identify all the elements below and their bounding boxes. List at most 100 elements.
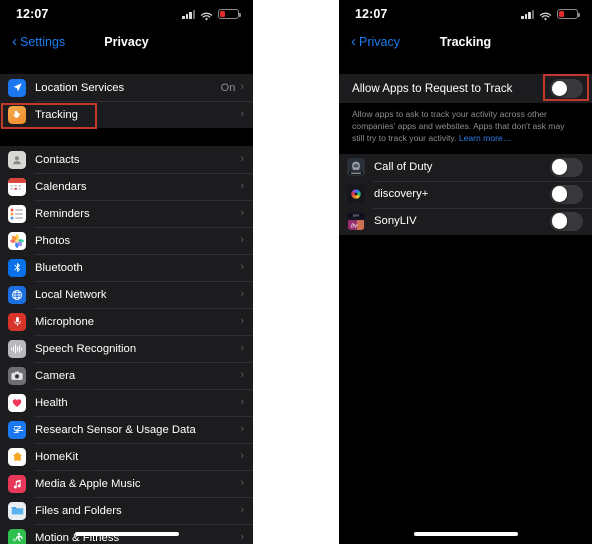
sidebar-item-photos[interactable]: Photos › [0,227,253,254]
battery-low-icon [218,9,241,19]
location-services-value: On [220,81,236,94]
chevron-right-icon: › [240,180,244,192]
sidebar-item-label: Location Services [35,81,125,94]
status-bar-clock: 12:07 [16,7,49,21]
sidebar-item-label: Camera [35,369,76,382]
back-button-label: Settings [20,35,66,49]
allow-apps-request-track-row[interactable]: Allow Apps to Request to Track [339,74,592,103]
chevron-right-icon: › [240,153,244,165]
app-row-discovery-plus[interactable]: discovery+ [339,180,592,208]
toggle-knob [551,159,568,175]
sidebar-item-bluetooth[interactable]: Bluetooth › [0,254,253,281]
svg-text:liv: liv [351,222,358,229]
sidebar-item-homekit[interactable]: HomeKit › [0,443,253,470]
screenshot-stage: 12:07 ‹ Settings Privacy Location Servic… [0,0,592,544]
chevron-right-icon: › [240,369,244,381]
chevron-right-icon: › [240,288,244,300]
sidebar-item-health[interactable]: Health › [0,389,253,416]
sidebar-item-label: Health [35,396,68,409]
sidebar-item-label: Photos [35,234,71,247]
status-bar-indicators [521,9,580,21]
app-label: SonyLIV [374,215,417,228]
sidebar-item-local-network[interactable]: Local Network › [0,281,253,308]
toggle-knob [551,186,568,202]
tracking-footer-text: Allow apps to ask to track your activity… [339,103,592,154]
section-gap-2 [0,128,253,146]
battery-low-icon [557,9,580,19]
status-bar: 12:07 [0,0,253,28]
chevron-right-icon: › [240,108,244,120]
row-tail: › [240,109,244,120]
call-of-duty-app-icon [347,158,365,177]
chevron-right-icon: › [240,504,244,516]
app-row-sonyliv[interactable]: SONY liv SonyLIV [339,207,592,235]
home-icon [8,447,26,466]
photos-icon [8,231,26,250]
chevron-right-icon: › [240,207,244,219]
sidebar-item-reminders[interactable]: Reminders › [0,200,253,227]
sidebar-item-calendars[interactable]: Calendars › [0,173,253,200]
right-phone-screen: 12:07 ‹ Privacy Tracking Allow Apps to R… [339,0,592,544]
app-toggle-sonyliv[interactable] [550,211,583,231]
chevron-right-icon: › [240,396,244,408]
camera-icon [8,366,26,385]
wifi-icon [539,9,552,21]
calendar-icon [8,177,26,196]
sidebar-item-files-and-folders[interactable]: Files and Folders › [0,497,253,524]
home-indicator [74,532,179,536]
navigation-bar: ‹ Settings Privacy [0,28,253,56]
row-tail [550,79,583,98]
sidebar-item-label: Calendars [35,180,87,193]
learn-more-link[interactable]: Learn more… [459,133,512,143]
allow-apps-request-track-toggle[interactable] [550,79,583,98]
back-button-privacy[interactable]: ‹ Privacy [351,33,400,50]
app-toggle-discovery-plus[interactable] [550,184,583,204]
row-tail [550,157,583,177]
chevron-left-icon: ‹ [351,33,356,50]
heart-icon [8,393,26,412]
toggle-knob [551,213,568,229]
bluetooth-icon [8,258,26,277]
app-toggle-call-of-duty[interactable] [550,157,583,177]
sidebar-item-media-apple-music[interactable]: Media & Apple Music › [0,470,253,497]
research-icon [8,420,26,439]
back-button-settings[interactable]: ‹ Settings [12,33,66,50]
chevron-left-icon: ‹ [12,33,17,50]
sidebar-item-contacts[interactable]: Contacts › [0,146,253,173]
sidebar-item-camera[interactable]: Camera › [0,362,253,389]
allow-apps-request-track-label: Allow Apps to Request to Track [352,82,513,95]
sonyliv-app-icon: SONY liv [347,212,365,231]
folder-icon [8,501,26,520]
sidebar-item-label: Speech Recognition [35,342,137,355]
chevron-right-icon: › [240,477,244,489]
row-tail [550,184,583,204]
sidebar-item-speech-recognition[interactable]: Speech Recognition › [0,335,253,362]
sidebar-item-label: Media & Apple Music [35,477,141,490]
chevron-right-icon: › [240,450,244,462]
sidebar-item-location-services[interactable]: Location Services On › [0,74,253,101]
sidebar-item-label: Microphone [35,315,95,328]
status-bar-clock: 12:07 [355,7,388,21]
sidebar-item-research-sensor[interactable]: Research Sensor & Usage Data › [0,416,253,443]
chevron-right-icon: › [240,234,244,246]
back-button-label: Privacy [359,35,400,49]
apps-list-group: Call of Duty discovery+ SONY liv SonyLIV [339,153,592,235]
svg-text:SONY: SONY [353,216,360,218]
left-phone-screen: 12:07 ‹ Settings Privacy Location Servic… [0,0,253,544]
sidebar-item-label: HomeKit [35,450,79,463]
row-tail: On › [221,82,244,94]
music-note-icon [8,474,26,493]
sidebar-item-microphone[interactable]: Microphone › [0,308,253,335]
privacy-group-permissions: Contacts › Calendars › Reminders › Photo… [0,146,253,544]
master-toggle-group: Allow Apps to Request to Track [339,74,592,103]
app-row-call-of-duty[interactable]: Call of Duty [339,153,592,181]
running-person-icon [8,528,26,544]
section-gap [339,56,592,74]
cellular-bars-icon [182,9,195,19]
sidebar-item-tracking[interactable]: Tracking › [0,101,253,128]
discovery-plus-app-icon [347,185,365,204]
sidebar-item-label: Files and Folders [35,504,122,517]
local-network-globe-icon [8,285,26,304]
chevron-right-icon: › [240,315,244,327]
chevron-right-icon: › [240,261,244,273]
